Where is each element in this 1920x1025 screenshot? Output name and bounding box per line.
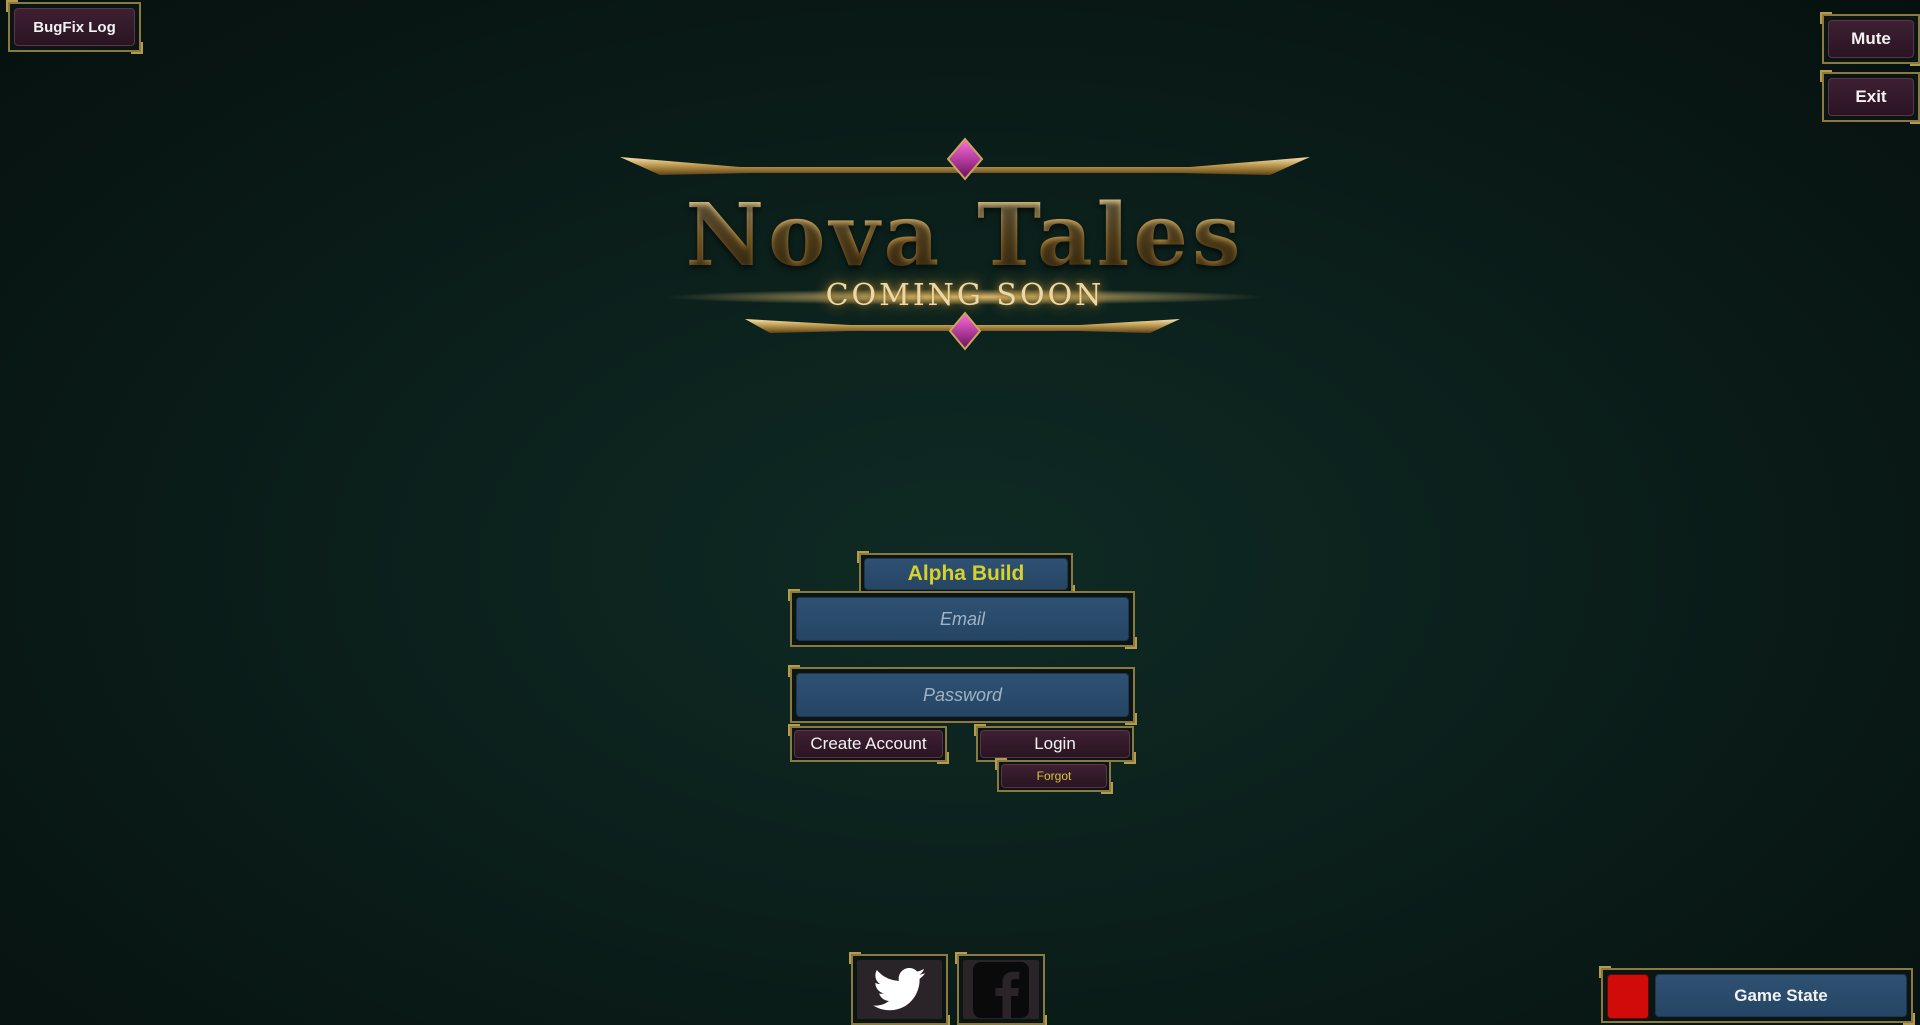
password-field-box[interactable]: [796, 673, 1129, 717]
password-field-frame[interactable]: [788, 665, 1137, 725]
email-input[interactable]: [797, 607, 1128, 631]
forgot-button[interactable]: Forgot: [1001, 764, 1107, 788]
email-field-box[interactable]: [796, 597, 1129, 641]
game-state-button[interactable]: Game State: [1655, 974, 1907, 1017]
email-field-frame[interactable]: [788, 589, 1137, 649]
exit-button-frame[interactable]: Exit: [1820, 70, 1920, 124]
logo-subtitle: COMING SOON: [825, 278, 1105, 313]
game-state-frame[interactable]: Game State: [1599, 966, 1915, 1025]
exit-button[interactable]: Exit: [1828, 78, 1914, 116]
facebook-icon: [973, 961, 1029, 1018]
twitter-button-frame[interactable]: [849, 952, 950, 1025]
game-state-panel[interactable]: Game State: [1607, 974, 1907, 1019]
mute-button[interactable]: Mute: [1828, 20, 1914, 58]
game-logo: Nova Tales COMING SOON: [620, 135, 1310, 360]
login-button[interactable]: Login: [980, 730, 1130, 758]
alpha-build-badge: Alpha Build: [857, 551, 1075, 597]
facebook-button-frame[interactable]: [955, 952, 1047, 1025]
alpha-build-label: Alpha Build: [864, 558, 1068, 590]
password-input[interactable]: [797, 683, 1128, 707]
login-button-frame[interactable]: Login: [974, 724, 1136, 764]
logo-title: Nova Tales: [620, 185, 1310, 286]
twitter-icon: [872, 967, 926, 1010]
create-account-button-frame[interactable]: Create Account: [788, 724, 949, 764]
bugfix-log-button[interactable]: BugFix Log: [14, 8, 135, 46]
twitter-button[interactable]: [857, 960, 942, 1019]
mute-button-frame[interactable]: Mute: [1820, 12, 1920, 66]
game-state-indicator: [1607, 974, 1649, 1019]
facebook-button[interactable]: [963, 960, 1039, 1019]
forgot-button-frame[interactable]: Forgot: [995, 758, 1113, 794]
create-account-button[interactable]: Create Account: [794, 730, 943, 758]
game-screen: BugFix Log Mute Exit Nova Tales COMING S…: [0, 0, 1920, 1025]
bugfix-log-button-frame[interactable]: BugFix Log: [6, 0, 143, 54]
